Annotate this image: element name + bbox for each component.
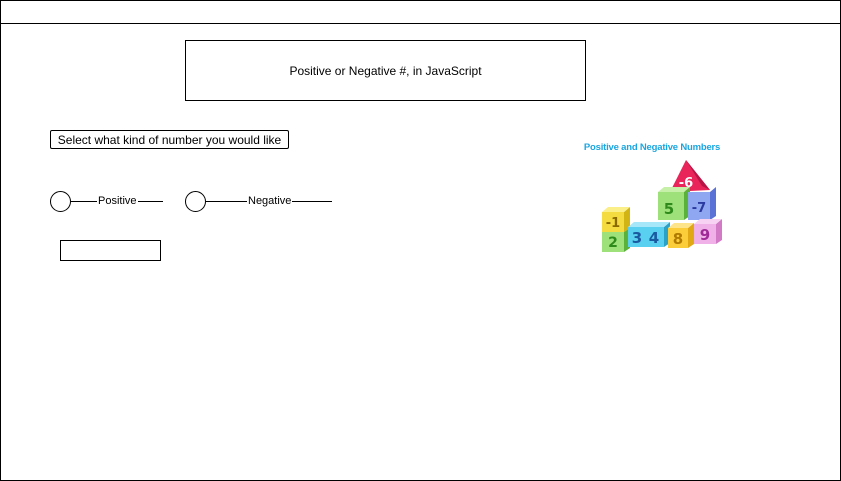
block-label: 3: [632, 229, 642, 247]
top-bar: [1, 1, 840, 24]
block-label: -6: [679, 176, 693, 191]
negative-radio[interactable]: [185, 190, 206, 212]
result-output: [60, 240, 161, 261]
page-title-text: Positive or Negative #, in JavaScript: [289, 63, 482, 78]
block-label: 2: [608, 235, 618, 251]
positive-radio[interactable]: [50, 190, 71, 212]
connector-line: [137, 200, 163, 202]
blocks-graphic: -6 5 -7 -1 2 3 4 8 9: [602, 160, 722, 252]
illustration-title: Positive and Negative Numbers: [583, 142, 721, 153]
connector-line: [292, 200, 333, 202]
block-label: 8: [673, 230, 683, 248]
block-label: -1: [606, 216, 620, 231]
connector-line: [71, 200, 97, 202]
block-label: 4: [649, 229, 659, 247]
block-label: -7: [692, 201, 706, 216]
positive-label: Positive: [98, 195, 137, 207]
option-negative[interactable]: Negative: [185, 190, 333, 212]
negative-label: Negative: [248, 195, 292, 207]
number-blocks-illustration: Positive and Negative Numbers -6 5 -7 -1…: [572, 140, 732, 255]
block-label: 5: [664, 200, 674, 218]
connector-line: [206, 200, 247, 202]
option-positive[interactable]: Positive: [50, 190, 163, 212]
select-number-type-button[interactable]: Select what kind of number you would lik…: [50, 130, 289, 149]
page-title: Positive or Negative #, in JavaScript: [185, 40, 586, 101]
block-label: 9: [700, 226, 710, 244]
